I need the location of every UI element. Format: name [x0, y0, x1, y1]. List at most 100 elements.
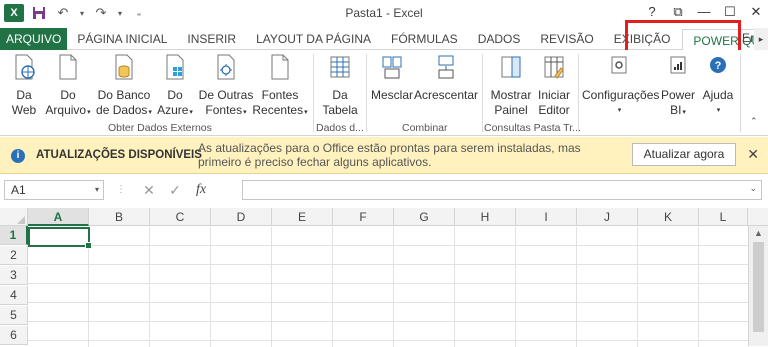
power-bi-button[interactable]: Power BI▾ [660, 54, 696, 120]
recent-sources-button[interactable]: Fontes Recentes▾ [252, 54, 308, 120]
row-header[interactable]: 5 [0, 306, 28, 325]
column-header[interactable]: L [699, 208, 748, 226]
group-separator [740, 54, 741, 132]
cancel-icon[interactable]: ✕ [136, 180, 162, 200]
ribbon-display-options-button[interactable]: ⧉ [670, 4, 686, 20]
from-database-button[interactable]: Do Banco de Dados▾ [94, 54, 154, 120]
scrollbar-thumb[interactable] [753, 242, 764, 332]
ribbon: Da Web Do Arquivo▾ Do Banco de Dados▾ Do… [0, 50, 768, 136]
column-header[interactable]: F [333, 208, 394, 226]
append-button[interactable]: Acrescentar [414, 54, 478, 103]
info-icon: i [11, 149, 25, 163]
insert-function-icon[interactable]: fx [188, 180, 214, 200]
column-headers: A B C D E F G H I J K L [0, 208, 768, 226]
web-icon [15, 54, 35, 80]
cell-area[interactable] [28, 227, 748, 347]
collapse-ribbon-icon[interactable]: ⌃ [750, 116, 758, 127]
name-box[interactable]: A1 ▾ [4, 180, 104, 200]
update-now-button[interactable]: Atualizar agora [632, 143, 736, 166]
from-other-sources-button[interactable]: De Outras Fontes▾ [198, 54, 254, 120]
notification-title: ATUALIZAÇÕES DISPONÍVEIS [36, 149, 202, 161]
help-ribbon-button[interactable]: ? Ajuda ▾ [700, 54, 736, 118]
other-sources-icon [217, 54, 235, 80]
merge-icon [382, 56, 402, 79]
from-web-button[interactable]: Da Web [8, 54, 40, 118]
column-header[interactable]: H [455, 208, 516, 226]
from-file-button[interactable]: Do Arquivo▾ [44, 54, 92, 120]
tab-exibicao[interactable]: EXIBIÇÃO [604, 28, 677, 50]
tab-formulas[interactable]: FÓRMULAS [381, 28, 468, 50]
column-header[interactable]: I [516, 208, 577, 226]
minimize-button[interactable]: — [696, 4, 712, 20]
worksheet-grid: A B C D E F G H I J K L 1 2 3 4 5 6 ▲ [0, 208, 768, 347]
tab-pagina-inicial[interactable]: PÁGINA INICIAL [67, 28, 177, 50]
help-icon: ? [710, 57, 726, 73]
notification-message: As atualizações para o Office estão pron… [198, 141, 581, 169]
formula-buttons: ✕ ✓ fx [136, 180, 214, 200]
tab-inserir[interactable]: INSERIR [177, 28, 246, 50]
group-separator [366, 54, 367, 132]
database-icon [115, 54, 133, 80]
group-separator [313, 54, 314, 132]
vertical-scrollbar[interactable]: ▲ [748, 226, 768, 346]
group-separator [578, 54, 579, 132]
column-header[interactable]: B [89, 208, 150, 226]
row-header[interactable]: 2 [0, 246, 28, 265]
editor-icon [544, 56, 564, 79]
tab-dados[interactable]: DADOS [468, 28, 531, 50]
column-header[interactable]: G [394, 208, 455, 226]
group-label-dados: Dados d... [316, 122, 364, 134]
enter-icon[interactable]: ✓ [162, 180, 188, 200]
group-label-obter-dados: Obter Dados Externos [108, 122, 212, 134]
settings-icon [611, 56, 627, 74]
update-notification-bar: i ATUALIZAÇÕES DISPONÍVEIS As atualizaçõ… [0, 137, 768, 174]
table-icon [330, 56, 350, 78]
column-header[interactable]: E [272, 208, 333, 226]
expand-formula-bar-icon[interactable]: ⌄ [749, 183, 757, 194]
column-header[interactable]: C [150, 208, 211, 226]
file-icon [59, 54, 77, 80]
svg-text:?: ? [715, 60, 722, 72]
column-header[interactable]: D [211, 208, 272, 226]
tab-arquivo[interactable]: ARQUIVO [0, 28, 68, 50]
maximize-button[interactable]: ☐ [722, 4, 738, 20]
select-all-button[interactable] [0, 208, 28, 226]
group-label-consultas: Consultas Pasta Tr... [484, 122, 581, 134]
active-cell-a1[interactable] [28, 227, 92, 249]
tab-layout-da-pagina[interactable]: LAYOUT DA PÁGINA [246, 28, 381, 50]
from-azure-button[interactable]: Do Azure▾ [156, 54, 194, 120]
row-header[interactable]: 6 [0, 326, 28, 345]
launch-editor-button[interactable]: Iniciar Editor [534, 54, 574, 118]
title-bar: X ↶ ▾ ↷ ▾ ₌ Pasta1 - Excel ? ⧉ — ☐ ✕ [0, 0, 768, 28]
column-header[interactable]: A [28, 208, 89, 226]
tab-overflow-label[interactable]: Er [742, 31, 754, 45]
show-pane-icon [501, 56, 521, 78]
group-label-combinar: Combinar [402, 122, 448, 134]
power-bi-icon [670, 56, 686, 74]
name-box-dropdown-icon[interactable]: ▾ [95, 181, 99, 199]
row-header[interactable]: 4 [0, 286, 28, 305]
append-icon [438, 55, 454, 79]
recent-sources-icon [271, 54, 289, 80]
close-icon[interactable]: ✕ [747, 146, 759, 163]
tab-scroll-right-icon[interactable]: ▸ [754, 28, 768, 50]
column-header[interactable]: J [577, 208, 638, 226]
row-header[interactable]: 3 [0, 266, 28, 285]
from-table-button[interactable]: Da Tabela [318, 54, 362, 118]
scroll-up-icon[interactable]: ▲ [754, 228, 763, 238]
close-button[interactable]: ✕ [748, 4, 764, 20]
ribbon-tabs: ARQUIVO PÁGINA INICIAL INSERIR LAYOUT DA… [0, 28, 768, 51]
merge-button[interactable]: Mesclar [370, 54, 414, 103]
formula-bar-grip-icon: ⋮ [116, 184, 126, 195]
group-separator [482, 54, 483, 132]
column-header[interactable]: K [638, 208, 699, 226]
azure-icon [166, 54, 184, 80]
window-controls: ? ⧉ — ☐ ✕ [644, 4, 764, 20]
help-button[interactable]: ? [644, 4, 660, 20]
show-pane-button[interactable]: Mostrar Painel [488, 54, 534, 118]
tab-revisao[interactable]: REVISÃO [530, 28, 603, 50]
formula-bar: A1 ▾ ⋮ ✕ ✓ fx ⌄ [0, 178, 768, 204]
settings-button[interactable]: Configurações ▾ [582, 54, 659, 118]
formula-input[interactable]: ⌄ [242, 180, 762, 200]
row-header[interactable]: 1 [0, 226, 28, 245]
